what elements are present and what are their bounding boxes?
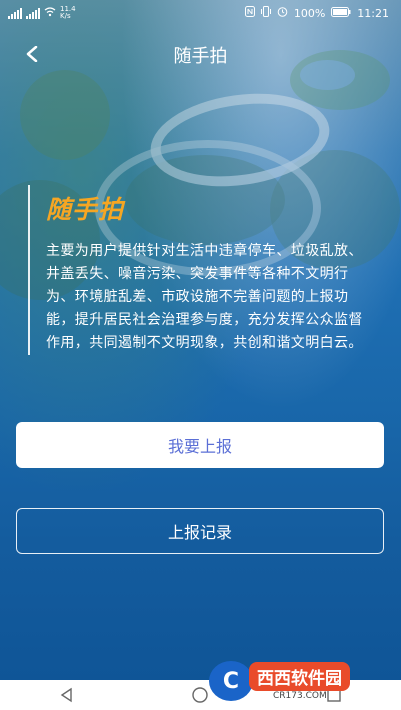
wifi-icon — [44, 6, 56, 20]
feature-description: 随手拍 主要为用户提供针对生活中违章停车、垃圾乱放、井盖丢失、噪音污染、突发事件… — [28, 185, 376, 355]
report-button[interactable]: 我要上报 — [16, 422, 384, 468]
signal-icon — [8, 7, 22, 19]
alarm-icon — [277, 6, 288, 20]
clock: 11:21 — [357, 6, 389, 20]
report-records-button[interactable]: 上报记录 — [16, 508, 384, 554]
vibrate-icon — [260, 6, 271, 20]
watermark-brand: 西西软件园 — [249, 661, 350, 691]
triangle-back-icon — [60, 687, 72, 703]
feature-title: 随手拍 — [46, 195, 125, 224]
battery-icon — [331, 6, 351, 20]
system-back-button[interactable] — [55, 683, 79, 707]
feature-text: 主要为用户提供针对生活中违章停车、垃圾乱放、井盖丢失、噪音污染、突发事件等各种不… — [46, 243, 363, 351]
site-watermark: C 西西软件园 CR173.COM — [209, 660, 387, 702]
circle-home-icon — [192, 687, 209, 703]
nfc-icon — [244, 6, 255, 20]
status-bar: 11.4 K/s 100% 11:21 — [0, 0, 401, 26]
battery-percent: 100% — [293, 6, 326, 20]
app-screen: 11.4 K/s 100% 11:21 随手拍 随手拍 主要为用户提供针对生活中… — [0, 0, 401, 680]
nav-bar: 随手拍 — [0, 30, 401, 76]
watermark-logo: C — [209, 661, 253, 701]
watermark-site: CR173.COM — [273, 690, 327, 701]
page-title: 随手拍 — [173, 46, 228, 67]
signal-icon-2 — [26, 7, 40, 19]
net-speed: 11.4 K/s — [60, 5, 76, 20]
